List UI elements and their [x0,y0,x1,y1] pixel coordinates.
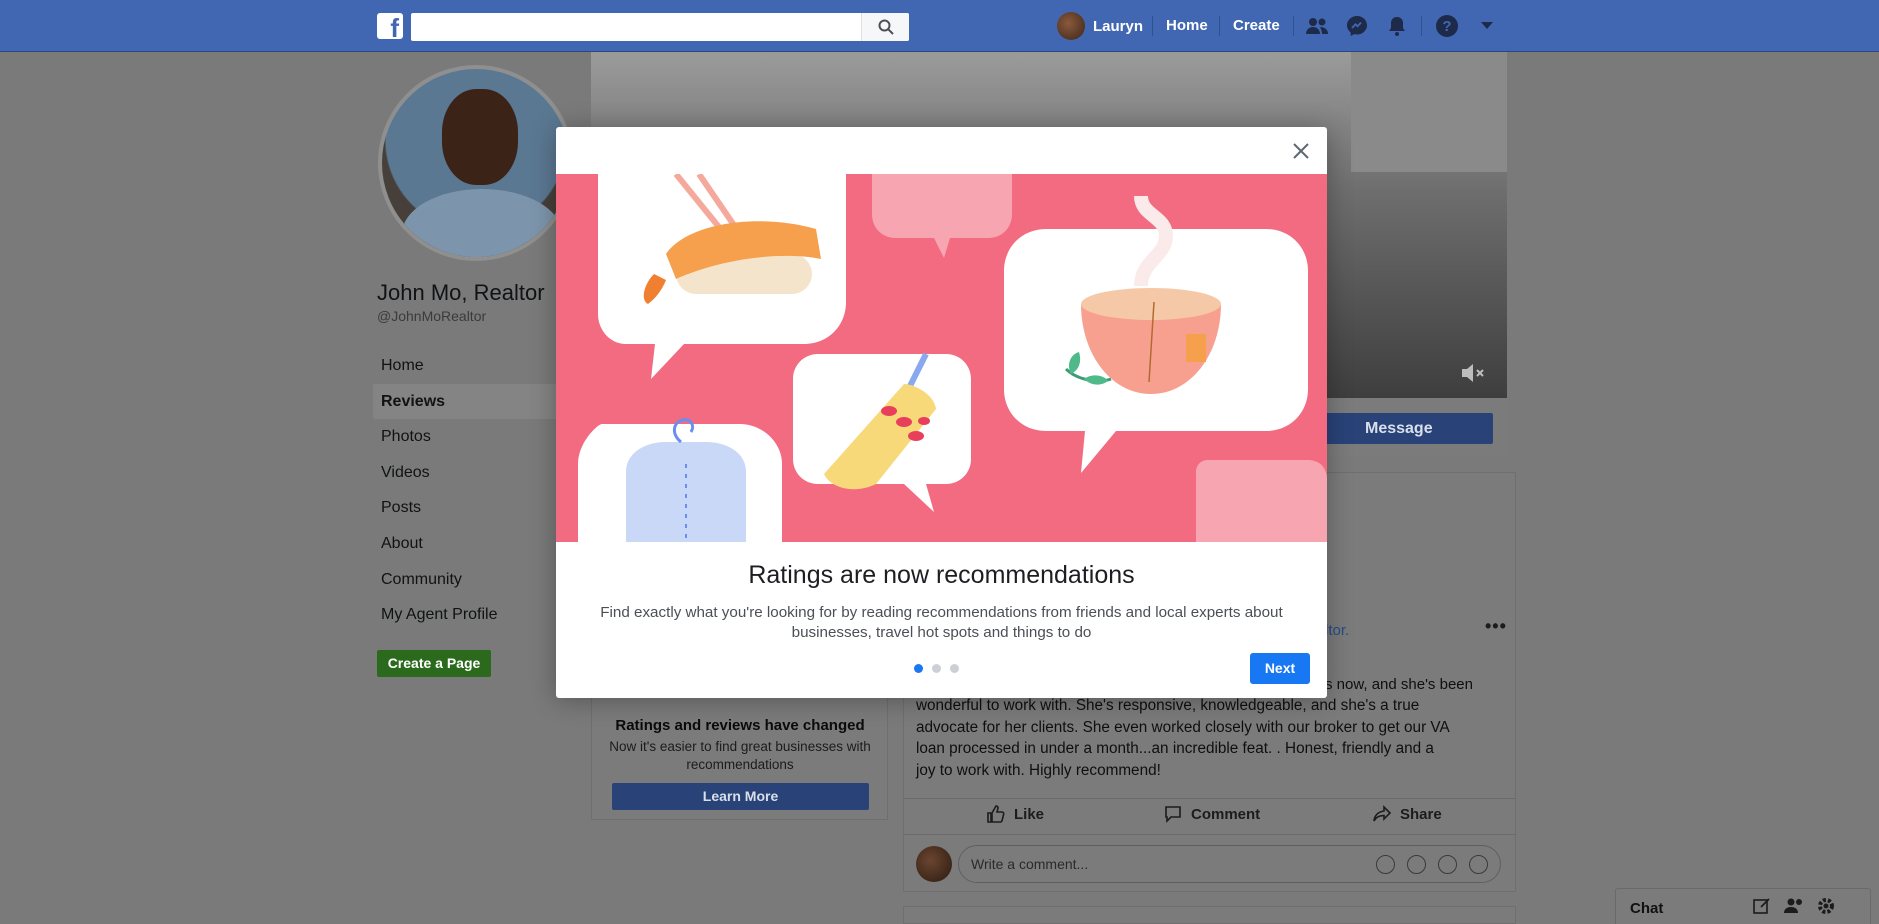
chat-label[interactable]: Chat [1630,900,1663,917]
share-label: Share [1400,805,1442,823]
like-label: Like [1014,805,1045,823]
account-menu-chevron-down-icon[interactable] [1475,14,1499,38]
post-line: wonderful to work with. She's responsive… [916,697,1420,715]
photo-detail [402,189,562,257]
divider [1219,16,1220,36]
profile-link[interactable]: Lauryn [1057,12,1143,40]
messenger-icon[interactable] [1345,14,1369,38]
user-name: Lauryn [1093,17,1144,35]
cover-detail [1351,52,1507,172]
pagination-dot-3[interactable] [950,664,959,673]
like-button[interactable]: Like [986,804,1044,824]
reviews-card-title: Ratings and reviews have changed [615,717,865,734]
close-icon[interactable] [1290,140,1312,162]
create-group-icon[interactable] [1784,897,1804,915]
gif-icon[interactable] [1438,855,1457,874]
nav-item-about[interactable]: About [373,526,569,562]
comment-icon [1165,806,1181,823]
thumbs-up-icon [987,805,1005,823]
search-button[interactable] [861,13,909,41]
nav-item-posts[interactable]: Posts [373,490,569,526]
top-navigation-bar: f Lauryn Home Create ? [0,0,1879,52]
help-icon[interactable]: ? [1435,14,1459,38]
nav-item-photos[interactable]: Photos [373,419,569,455]
svg-text:?: ? [1442,18,1451,35]
next-post [903,906,1516,924]
share-icon [1373,805,1392,822]
post-line: joy to work with. Highly recommend! [916,761,1161,779]
page-title[interactable]: John Mo, Realtor [377,280,545,306]
message-button[interactable]: Message [1325,413,1493,444]
share-button[interactable]: Share [1372,804,1442,824]
pagination-dot-2[interactable] [932,664,941,673]
dialog-description: Find exactly what you're looking for by … [600,604,1283,641]
emoji-icon[interactable] [1376,855,1395,874]
post-line: loan processed in under a month...an inc… [916,740,1434,758]
new-message-icon[interactable] [1753,897,1771,915]
page-navigation: Home Reviews Photos Videos Posts About C… [373,348,569,633]
avatar [1057,12,1085,40]
create-link[interactable]: Create [1233,17,1280,34]
next-button[interactable]: Next [1250,653,1310,684]
divider [1421,16,1422,36]
mute-icon[interactable] [1460,362,1486,389]
dialog-title: Ratings are now recommendations [748,561,1135,589]
divider [1152,16,1153,36]
post-page-link[interactable]: ltor. [1325,622,1349,639]
carousel-pagination [914,664,959,673]
post-options-icon[interactable]: ••• [1485,616,1507,637]
facebook-logo[interactable]: f [377,13,403,39]
nav-item-community[interactable]: Community [373,562,569,598]
avatar [916,846,952,882]
search-icon [878,19,894,35]
chat-actions [1753,897,1835,915]
comment-button[interactable]: Comment [1163,804,1260,824]
post-line: advocate for her clients. She even worke… [916,718,1450,736]
nav-item-reviews[interactable]: Reviews [373,383,569,420]
camera-icon[interactable] [1407,855,1426,874]
friend-requests-icon[interactable] [1305,14,1329,38]
comment-attachments [1376,855,1488,874]
page-profile-picture[interactable] [378,65,574,261]
sticker-icon[interactable] [1469,855,1488,874]
comment-label: Comment [1191,805,1261,823]
search-input[interactable] [411,13,909,41]
learn-more-button[interactable]: Learn More [612,783,869,810]
create-page-button[interactable]: Create a Page [377,650,491,677]
notifications-icon[interactable] [1385,14,1409,38]
nav-item-my-agent-profile[interactable]: My Agent Profile [373,597,569,633]
reviews-card-subtitle: Now it's easier to find great businesses… [609,739,871,772]
page-handle[interactable]: @JohnMoRealtor [377,308,486,324]
photo-detail [442,89,518,185]
recommendations-illustration [556,174,1327,542]
gear-icon[interactable] [1817,897,1835,915]
nav-item-videos[interactable]: Videos [373,455,569,491]
pagination-dot-1[interactable] [914,664,923,673]
nav-item-home[interactable]: Home [373,348,569,384]
divider [1293,16,1294,36]
home-link[interactable]: Home [1166,17,1208,34]
